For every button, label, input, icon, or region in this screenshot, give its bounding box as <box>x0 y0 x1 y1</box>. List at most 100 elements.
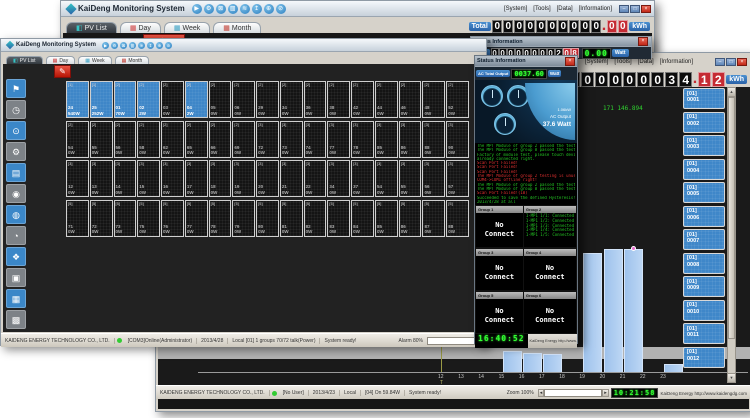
minimize-button[interactable]: – <box>619 5 629 13</box>
flag-icon[interactable]: ⚑ <box>6 79 26 98</box>
pv-tile[interactable]: [3]560W <box>422 160 445 197</box>
clock-icon[interactable]: ◷ <box>6 100 26 119</box>
device-list-scrollbar[interactable]: ▲ ▼ <box>727 87 736 383</box>
device-tile[interactable]: [01]0012 <box>683 347 725 368</box>
menu-data[interactable]: [Data] <box>638 59 654 65</box>
scroll-down-icon[interactable]: ▼ <box>728 373 735 382</box>
pv-tile[interactable]: [5]820W <box>304 200 327 237</box>
lock-icon[interactable]: ⊠ <box>216 4 226 14</box>
pv-tile[interactable]: [2]520W <box>446 81 469 118</box>
help-icon[interactable]: ⊘ <box>276 4 286 14</box>
device-tile[interactable]: [01]0009 <box>683 276 725 297</box>
menu-tools[interactable]: [Tools] <box>533 6 550 12</box>
close-button[interactable]: × <box>641 5 651 13</box>
status-titlebar[interactable]: Status Information × <box>475 56 577 67</box>
close-icon[interactable]: × <box>638 37 648 46</box>
pv-tile[interactable]: [3]770W <box>327 121 350 158</box>
globe-icon[interactable]: ◍ <box>6 205 26 224</box>
gear-icon[interactable]: ⚙ <box>6 142 26 161</box>
pv-tile[interactable]: [2]580W <box>137 121 160 158</box>
panel-icon[interactable]: ▥ <box>129 42 136 49</box>
pv-tile[interactable]: [3]860W <box>399 121 422 158</box>
pin-icon[interactable]: ↥ <box>147 42 154 49</box>
vendor-url[interactable]: KaiDeng Energy http://www.kaidengdg.com <box>660 391 747 396</box>
network-icon[interactable]: ❖ <box>6 247 26 266</box>
pv-tile[interactable]: [3]720W <box>256 121 279 158</box>
menu-information[interactable]: [Information] <box>660 59 693 65</box>
layers-icon[interactable]: ≋ <box>138 42 145 49</box>
pv-tile[interactable]: [3]150W <box>137 160 160 197</box>
pv-tile[interactable]: [3]730W <box>280 121 303 158</box>
device-tile[interactable]: [01]0002 <box>683 112 725 133</box>
pv-tile[interactable]: [2]360W <box>304 81 327 118</box>
edit-pen-button[interactable]: ✎ <box>54 65 71 78</box>
pv-tile[interactable]: [2]540W <box>66 121 89 158</box>
pv-tile[interactable]: [2]042W <box>185 81 208 118</box>
pie-icon[interactable]: ◔ <box>6 226 26 245</box>
chart-bar[interactable] <box>523 353 542 372</box>
pv-tile[interactable]: [2]0170W <box>114 81 137 118</box>
middle-window-titlebar[interactable]: KaiDeng Monitoring System ▶⚙⊠▥≋↥⊕⊘ <box>1 39 486 52</box>
pv-tile[interactable]: [1]24540W <box>66 81 89 118</box>
pv-tile[interactable]: [3]340W <box>327 160 350 197</box>
pv-tile[interactable]: [3]200W <box>256 160 279 197</box>
play-icon[interactable]: ▶ <box>192 4 202 14</box>
menu-data[interactable]: [Data] <box>557 6 573 12</box>
scrollbar-thumb[interactable] <box>728 97 735 339</box>
pv-tile[interactable]: [5]860W <box>399 200 422 237</box>
image-icon[interactable]: ▩ <box>6 310 26 329</box>
chart-bar[interactable] <box>503 351 522 372</box>
close-button[interactable]: × <box>737 58 747 66</box>
pv-tile[interactable]: [2]550W <box>90 121 113 158</box>
device-tile[interactable]: [01]0007 <box>683 229 725 250</box>
pv-tile[interactable]: [3]570W <box>446 160 469 197</box>
pv-tile[interactable]: [3]210W <box>280 160 303 197</box>
pv-tile[interactable]: [3]190W <box>232 160 255 197</box>
help-icon[interactable]: ⊘ <box>165 42 172 49</box>
zoom-right-arrow[interactable]: ▸ <box>602 389 609 397</box>
close-icon[interactable]: × <box>565 57 575 66</box>
pv-tile[interactable]: [3]160W <box>161 160 184 197</box>
device-tile[interactable]: [01]0003 <box>683 135 725 156</box>
device-tile[interactable]: [01]0008 <box>683 253 725 274</box>
document-icon[interactable]: ▤ <box>6 163 26 182</box>
pv-tile[interactable]: [2]380W <box>327 81 350 118</box>
minimize-button[interactable]: – <box>715 58 725 66</box>
pv-tile[interactable]: [2]340W <box>280 81 303 118</box>
device-tile[interactable]: [01]0006 <box>683 206 725 227</box>
pv-tile[interactable]: [5]730W <box>114 200 137 237</box>
chart-bar[interactable] <box>624 249 643 372</box>
log-terminal[interactable]: The MPT Module of group 2 passed the tes… <box>475 143 577 205</box>
image-icon[interactable]: ▣ <box>6 268 26 287</box>
pv-tile[interactable]: [1]25252W <box>90 81 113 118</box>
chart-bar[interactable] <box>543 354 562 372</box>
pv-tile[interactable]: [5]840W <box>351 200 374 237</box>
panel-icon[interactable]: ▥ <box>228 4 238 14</box>
pv-tile[interactable]: [2]290W <box>256 81 279 118</box>
pv-tile[interactable]: [2]420W <box>351 81 374 118</box>
pv-tile[interactable]: [3]740W <box>304 121 327 158</box>
pv-tile[interactable]: [3]880W <box>422 121 445 158</box>
pv-tile[interactable]: [5]720W <box>90 200 113 237</box>
lock-icon[interactable]: ⊠ <box>120 42 127 49</box>
pv-tile[interactable]: [2]690W <box>232 121 255 158</box>
pv-tile[interactable]: [5]830W <box>327 200 350 237</box>
pv-tile[interactable]: [2]660W <box>209 121 232 158</box>
menu-information[interactable]: [Information] <box>579 6 612 12</box>
image-icon[interactable]: ▦ <box>6 289 26 308</box>
pv-tile[interactable]: [5]850W <box>375 200 398 237</box>
pv-tile[interactable]: [5]770W <box>185 200 208 237</box>
device-tile[interactable]: [01]0001 <box>683 88 725 109</box>
zoom-slider[interactable] <box>544 389 602 397</box>
pv-tile[interactable]: [3]780W <box>351 121 374 158</box>
gear-icon[interactable]: ⚙ <box>204 4 214 14</box>
pv-tile[interactable]: [5]800W <box>256 200 279 237</box>
pv-tile[interactable]: [2]460W <box>399 81 422 118</box>
pv-tile[interactable]: [2]050W <box>209 81 232 118</box>
pv-tile[interactable]: [3]140W <box>114 160 137 197</box>
pv-tile[interactable]: [3]850W <box>375 121 398 158</box>
pv-tile[interactable]: [5]760W <box>161 200 184 237</box>
pv-tile[interactable]: [3]130W <box>90 160 113 197</box>
pv-tile[interactable]: [5]710W <box>66 200 89 237</box>
pv-tile[interactable]: [5]810W <box>280 200 303 237</box>
